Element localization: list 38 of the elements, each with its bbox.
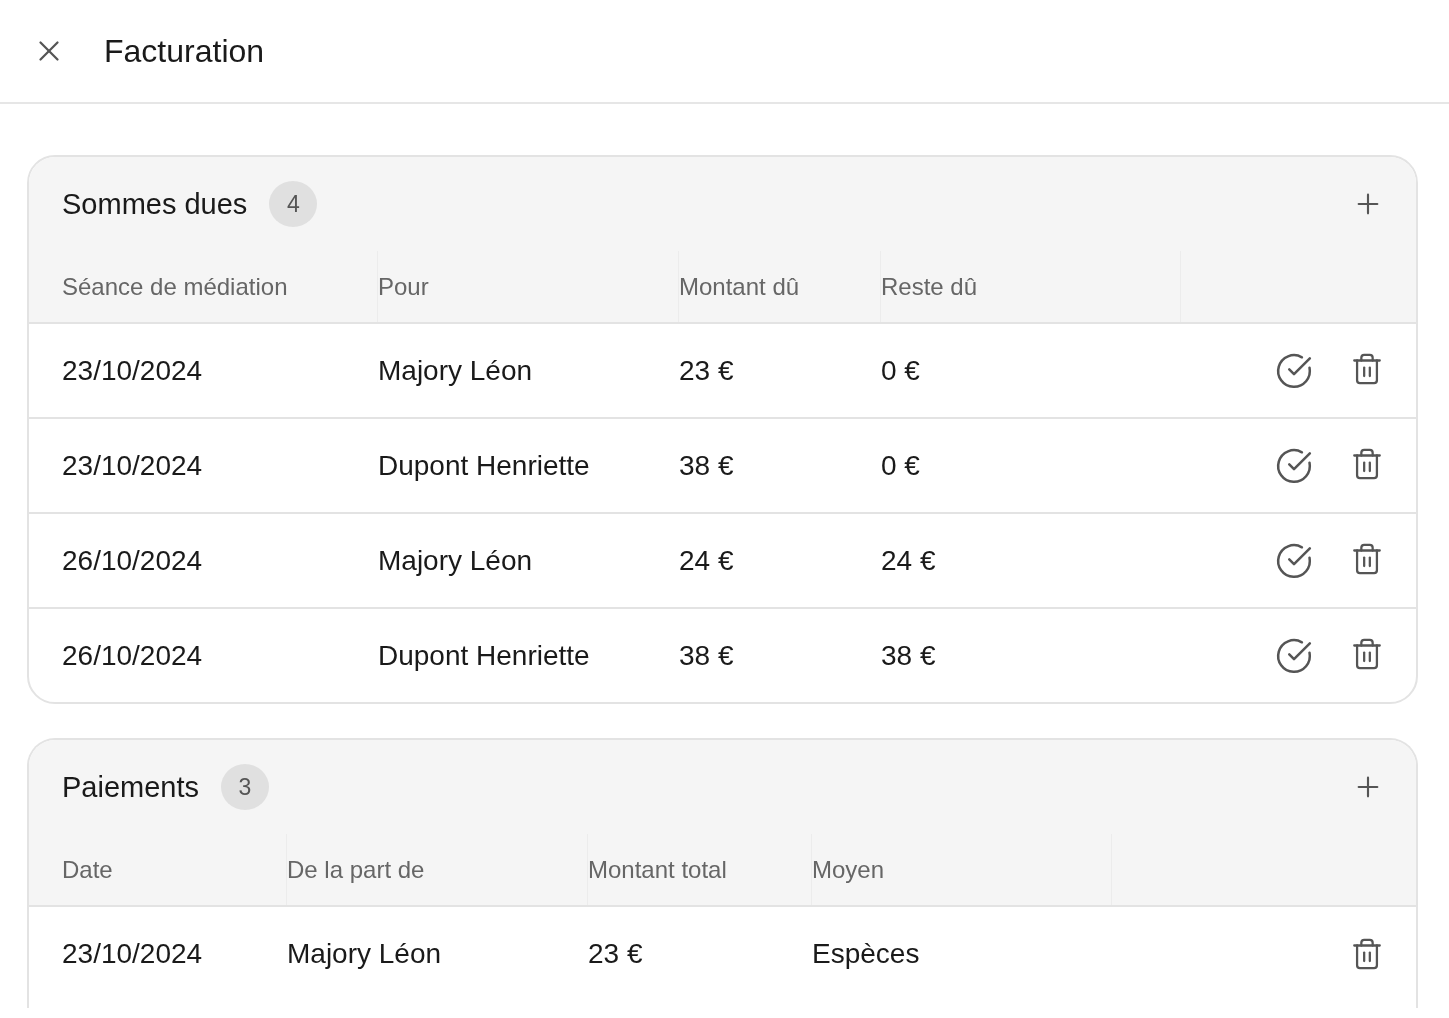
check-circle-icon[interactable] bbox=[1275, 636, 1313, 675]
table-cell: 38 € bbox=[679, 449, 734, 481]
table-cell: 23/10/2024 bbox=[62, 937, 203, 969]
page-title: Facturation bbox=[104, 32, 265, 70]
table-cell: Majory Léon bbox=[287, 937, 442, 969]
column-header: Pour bbox=[378, 272, 429, 301]
table-cell: Dupont Henriette bbox=[378, 639, 590, 671]
section-title: Sommes dues bbox=[62, 187, 248, 221]
table-cell: 24 € bbox=[881, 544, 936, 576]
column-header: De la part de bbox=[287, 855, 425, 884]
table-cell: 26/10/2024 bbox=[62, 544, 203, 576]
column-header: Date bbox=[62, 855, 113, 884]
table-cell: Dupont Henriette bbox=[378, 449, 590, 481]
check-circle-icon[interactable] bbox=[1275, 351, 1313, 390]
table-cell: Majory Léon bbox=[378, 544, 533, 576]
section-title: Paiements bbox=[62, 770, 199, 804]
column-header: Reste dû bbox=[881, 272, 978, 301]
table-cell: 38 € bbox=[881, 639, 936, 671]
table-cell: 23 € bbox=[588, 937, 643, 969]
table-cell: 0 € bbox=[881, 449, 920, 481]
column-header: Montant dû bbox=[679, 272, 800, 301]
trash-icon[interactable] bbox=[1350, 936, 1384, 971]
check-circle-icon[interactable] bbox=[1275, 446, 1313, 485]
column-header: Montant total bbox=[588, 855, 727, 884]
table-cell: 23/10/2024 bbox=[62, 449, 203, 481]
count-badge: 3 bbox=[221, 764, 269, 810]
table-cell: 23 € bbox=[679, 354, 734, 386]
check-circle-icon[interactable] bbox=[1275, 541, 1313, 580]
column-header: Moyen bbox=[812, 855, 885, 884]
table-cell: 24 € bbox=[679, 544, 734, 576]
table-cell: 23/10/2024 bbox=[62, 354, 203, 386]
count-badge: 4 bbox=[269, 181, 318, 227]
column-header: Séance de médiation bbox=[62, 272, 288, 301]
table-cell: 0 € bbox=[881, 354, 920, 386]
table-cell: 38 € bbox=[679, 639, 734, 671]
table-cell: Majory Léon bbox=[378, 354, 533, 386]
table-cell: 26/10/2024 bbox=[62, 639, 203, 671]
table-cell: Espèces bbox=[812, 937, 920, 969]
